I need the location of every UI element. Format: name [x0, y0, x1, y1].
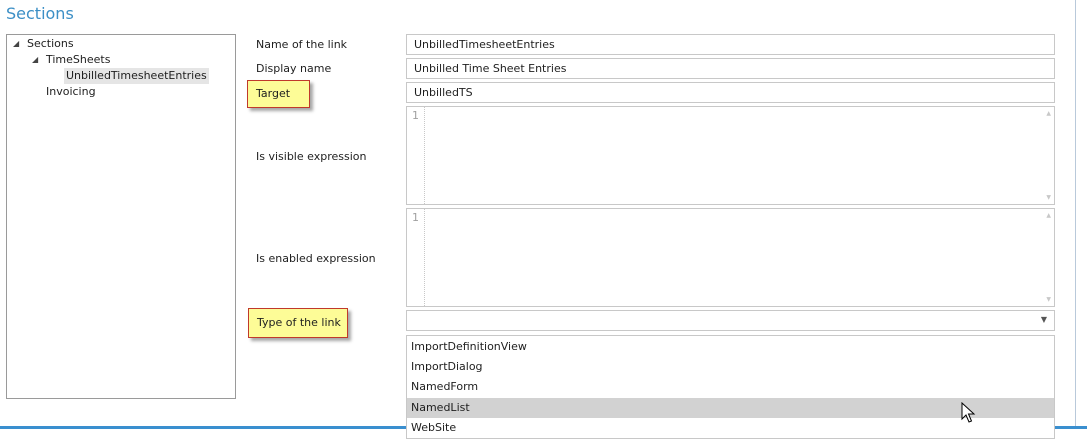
- page-title: Sections: [6, 4, 74, 23]
- tree-item-label: UnbilledTimesheetEntries: [64, 68, 209, 84]
- tree-item-timesheets[interactable]: ◢ TimeSheets: [32, 52, 112, 68]
- tree-item-unbilled-timesheet-entries[interactable]: UnbilledTimesheetEntries: [64, 68, 209, 84]
- tree-item-label: TimeSheets: [46, 53, 111, 66]
- mouse-pointer-icon: [961, 402, 976, 423]
- tree-item-sections[interactable]: ◢ Sections: [13, 36, 76, 52]
- is-enabled-expression-label: Is enabled expression: [256, 252, 376, 265]
- name-of-link-label: Name of the link: [256, 38, 348, 51]
- scroll-down-icon[interactable]: ▼: [1046, 194, 1051, 201]
- name-of-link-input[interactable]: UnbilledTimesheetEntries: [406, 34, 1055, 55]
- sections-tree[interactable]: ◢ Sections ◢ TimeSheets UnbilledTimesheetE…: [6, 34, 236, 399]
- option-import-dialog[interactable]: ImportDialog: [407, 357, 1054, 377]
- option-import-definition-view[interactable]: ImportDefinitionView: [407, 337, 1054, 357]
- type-of-link-label-callout: Type of the link: [248, 308, 348, 338]
- target-label: Target: [256, 87, 291, 100]
- type-of-link-select[interactable]: ▼: [406, 310, 1055, 331]
- line-number-gutter: 1: [407, 107, 425, 204]
- target-label-callout: Target: [247, 80, 310, 108]
- line-number-gutter: 1: [407, 209, 425, 306]
- target-input[interactable]: UnbilledTS: [406, 82, 1055, 103]
- tree-item-label: Invoicing: [46, 85, 96, 98]
- tree-item-label: Sections: [27, 37, 74, 50]
- type-of-link-label: Type of the link: [257, 316, 341, 329]
- scroll-up-icon[interactable]: ▲: [1046, 110, 1051, 117]
- expanded-arrow-icon[interactable]: ◢: [13, 36, 25, 52]
- scroll-down-icon[interactable]: ▼: [1046, 296, 1051, 303]
- type-of-link-dropdown[interactable]: ImportDefinitionView ImportDialog NamedF…: [406, 335, 1055, 439]
- scroll-up-icon[interactable]: ▲: [1046, 212, 1051, 219]
- window-border-right: [1075, 0, 1076, 428]
- is-enabled-expression-editor[interactable]: 1 ▲ ▼: [406, 208, 1055, 307]
- chevron-down-icon[interactable]: ▼: [1041, 315, 1047, 324]
- option-named-form[interactable]: NamedForm: [407, 377, 1054, 397]
- display-name-label: Display name: [256, 62, 332, 75]
- display-name-input[interactable]: Unbilled Time Sheet Entries: [406, 58, 1055, 79]
- tree-item-invoicing[interactable]: Invoicing: [44, 84, 98, 100]
- is-visible-expression-editor[interactable]: 1 ▲ ▼: [406, 106, 1055, 205]
- is-visible-expression-label: Is visible expression: [256, 150, 367, 163]
- expanded-arrow-icon[interactable]: ◢: [32, 52, 44, 68]
- sections-editor: Sections ◢ Sections ◢ TimeSheets UnbilledT…: [0, 0, 1087, 442]
- option-named-list[interactable]: NamedList: [407, 398, 1054, 418]
- option-website[interactable]: WebSite: [407, 418, 1054, 438]
